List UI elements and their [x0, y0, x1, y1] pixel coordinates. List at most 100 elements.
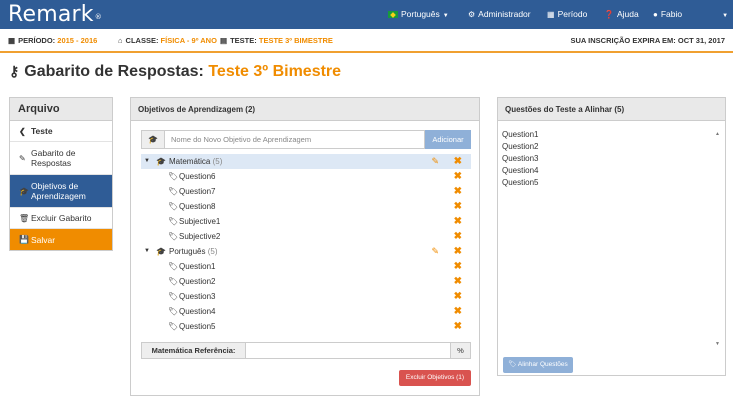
question-circle-icon: ❓: [604, 10, 614, 19]
tag-icon: 🏷: [508, 361, 517, 368]
collapse-caret-icon[interactable]: ▼: [144, 244, 150, 259]
tag-icon: 🏷: [168, 232, 179, 241]
delete-x-icon[interactable]: ✖: [454, 304, 462, 319]
objectives-tree: ▼ 🎓 Matemática (5) ✎ ✖ 🏷 Question6 ✖ 🏷 Ques…: [141, 154, 471, 334]
user-menu[interactable]: ● Fabio ▼: [653, 0, 728, 29]
delete-x-icon[interactable]: ✖: [454, 289, 462, 304]
tree-item[interactable]: 🏷 Question8 ✖: [141, 199, 471, 214]
tree-item[interactable]: 🏷 Subjective2 ✖: [141, 229, 471, 244]
scrollbar[interactable]: ▲ ▼: [714, 129, 722, 349]
page-title: ⚷ Gabarito de Respostas: Teste 3º Bimestr…: [9, 63, 342, 80]
delete-x-icon[interactable]: ✖: [454, 229, 462, 244]
language-menu[interactable]: Português ▼: [388, 0, 449, 29]
tree-item[interactable]: 🏷 Question6 ✖: [141, 169, 471, 184]
delete-x-icon[interactable]: ✖: [454, 244, 462, 259]
sidebar-item-test[interactable]: ❮ Teste: [10, 121, 112, 142]
app-logo[interactable]: Remark®: [8, 2, 102, 27]
class-info: ⌂ CLASSE: FÍSICA - 9º ANO: [118, 36, 217, 45]
tree-category-portugues[interactable]: ▼ 🎓 Português (5) ✎ ✖: [141, 244, 471, 259]
caret-down-icon: ▼: [722, 13, 729, 19]
question-item[interactable]: Question2: [502, 141, 722, 153]
admin-menu[interactable]: ⚙ Administrador: [468, 0, 531, 29]
tree-category-matematica[interactable]: ▼ 🎓 Matemática (5) ✎ ✖: [141, 154, 471, 169]
tree-item[interactable]: 🏷 Question7 ✖: [141, 184, 471, 199]
delete-x-icon[interactable]: ✖: [454, 184, 462, 199]
gears-icon: ⚙: [468, 10, 476, 19]
brazil-flag-icon: [388, 11, 398, 18]
home-icon: ⌂: [118, 36, 123, 45]
tree-item[interactable]: 🏷 Question5 ✖: [141, 319, 471, 334]
delete-x-icon[interactable]: ✖: [454, 274, 462, 289]
tree-item[interactable]: 🏷 Question4 ✖: [141, 304, 471, 319]
tree-item[interactable]: 🏷 Question3 ✖: [141, 289, 471, 304]
question-item[interactable]: Question3: [502, 153, 722, 165]
delete-objectives-button[interactable]: Excluir Objetivos (1): [399, 370, 471, 386]
tag-icon: 🏷: [168, 187, 179, 196]
tag-icon: 🏷: [168, 277, 179, 286]
test-info: ▤ TESTE: TESTE 3º BIMESTRE: [220, 36, 333, 45]
questions-list[interactable]: Question1 Question2 Question3 Question4 …: [502, 129, 722, 349]
calendar-icon: ▦: [8, 36, 16, 45]
tag-icon: 🏷: [168, 307, 179, 316]
subscription-expiry: SUA INSCRIÇÃO EXPIRA EM: OCT 31, 2017: [570, 36, 725, 45]
tag-icon: 🏷: [168, 292, 179, 301]
caret-down-icon: ▼: [442, 13, 449, 19]
delete-x-icon[interactable]: ✖: [454, 259, 462, 274]
add-objective-row: 🎓 Adicionar: [141, 130, 471, 149]
reference-label: Matemática Referência:: [141, 342, 246, 359]
calendar-icon: ▦: [547, 10, 555, 19]
percent-addon: %: [451, 342, 471, 359]
question-item[interactable]: Question4: [502, 165, 722, 177]
tag-icon: 🏷: [168, 262, 179, 271]
edit-pencil-icon[interactable]: ✎: [431, 154, 439, 169]
tree-item[interactable]: 🏷 Subjective1 ✖: [141, 214, 471, 229]
sidebar-header: Arquivo: [10, 98, 112, 121]
objectives-header: Objetivos de Aprendizagem (2): [131, 98, 479, 121]
key-icon: ⚷: [9, 63, 20, 79]
tag-icon: 🏷: [168, 202, 179, 211]
user-icon: ●: [653, 10, 658, 19]
question-item[interactable]: Question5: [502, 177, 722, 189]
reference-input[interactable]: [246, 342, 451, 359]
scroll-down-icon[interactable]: ▼: [715, 341, 720, 347]
graduation-cap-icon: 🎓: [141, 130, 165, 149]
context-bar: ▦ PERÍODO: 2015 - 2016 ⌂ CLASSE: FÍSICA - …: [0, 29, 733, 53]
collapse-caret-icon[interactable]: ▼: [144, 154, 150, 169]
reference-row: Matemática Referência: %: [141, 342, 471, 359]
align-questions-button[interactable]: 🏷 Alinhar Questões: [503, 357, 573, 373]
delete-x-icon[interactable]: ✖: [454, 214, 462, 229]
new-objective-input[interactable]: [165, 130, 425, 149]
tag-icon: 🏷: [168, 217, 179, 226]
add-objective-button[interactable]: Adicionar: [425, 130, 471, 149]
top-navbar: Remark® Português ▼ ⚙ Administrador ▦ Perío…: [0, 0, 733, 29]
objectives-panel: Objetivos de Aprendizagem (2) 🎓 Adiciona…: [130, 97, 480, 396]
file-sidebar: Arquivo ❮ Teste ✎ Gabarito de Respostas 🎓 O…: [9, 97, 113, 251]
graduation-cap-icon: 🎓: [19, 186, 29, 196]
sidebar-item-save[interactable]: 💾 Salvar: [10, 229, 112, 250]
delete-x-icon[interactable]: ✖: [454, 154, 462, 169]
file-icon: ▤: [220, 36, 228, 45]
tree-item[interactable]: 🏷 Question2 ✖: [141, 274, 471, 289]
trash-icon: 🗑: [19, 213, 30, 223]
sidebar-item-answer-key[interactable]: ✎ Gabarito de Respostas: [10, 142, 112, 175]
tag-icon: 🏷: [168, 322, 179, 331]
delete-x-icon[interactable]: ✖: [454, 319, 462, 334]
graduation-cap-icon: 🎓: [156, 247, 166, 256]
chevron-left-icon: ❮: [19, 126, 26, 136]
tag-icon: 🏷: [168, 172, 179, 181]
graduation-cap-icon: 🎓: [156, 157, 166, 166]
sidebar-item-delete-key[interactable]: 🗑 Excluir Gabarito: [10, 208, 112, 229]
question-item[interactable]: Question1: [502, 129, 722, 141]
edit-pencil-icon[interactable]: ✎: [431, 244, 439, 259]
questions-header: Questões do Teste a Alinhar (5): [498, 98, 725, 121]
period-info: ▦ PERÍODO: 2015 - 2016: [8, 36, 98, 45]
period-menu[interactable]: ▦ Período: [547, 0, 587, 29]
save-icon: 💾: [19, 235, 29, 244]
scroll-up-icon[interactable]: ▲: [715, 131, 720, 137]
delete-x-icon[interactable]: ✖: [454, 199, 462, 214]
edit-icon: ✎: [19, 153, 26, 163]
delete-x-icon[interactable]: ✖: [454, 169, 462, 184]
tree-item[interactable]: 🏷 Question1 ✖: [141, 259, 471, 274]
help-menu[interactable]: ❓ Ajuda: [604, 0, 639, 29]
sidebar-item-learning-objectives[interactable]: 🎓 Objetivos de Aprendizagem: [10, 175, 112, 208]
